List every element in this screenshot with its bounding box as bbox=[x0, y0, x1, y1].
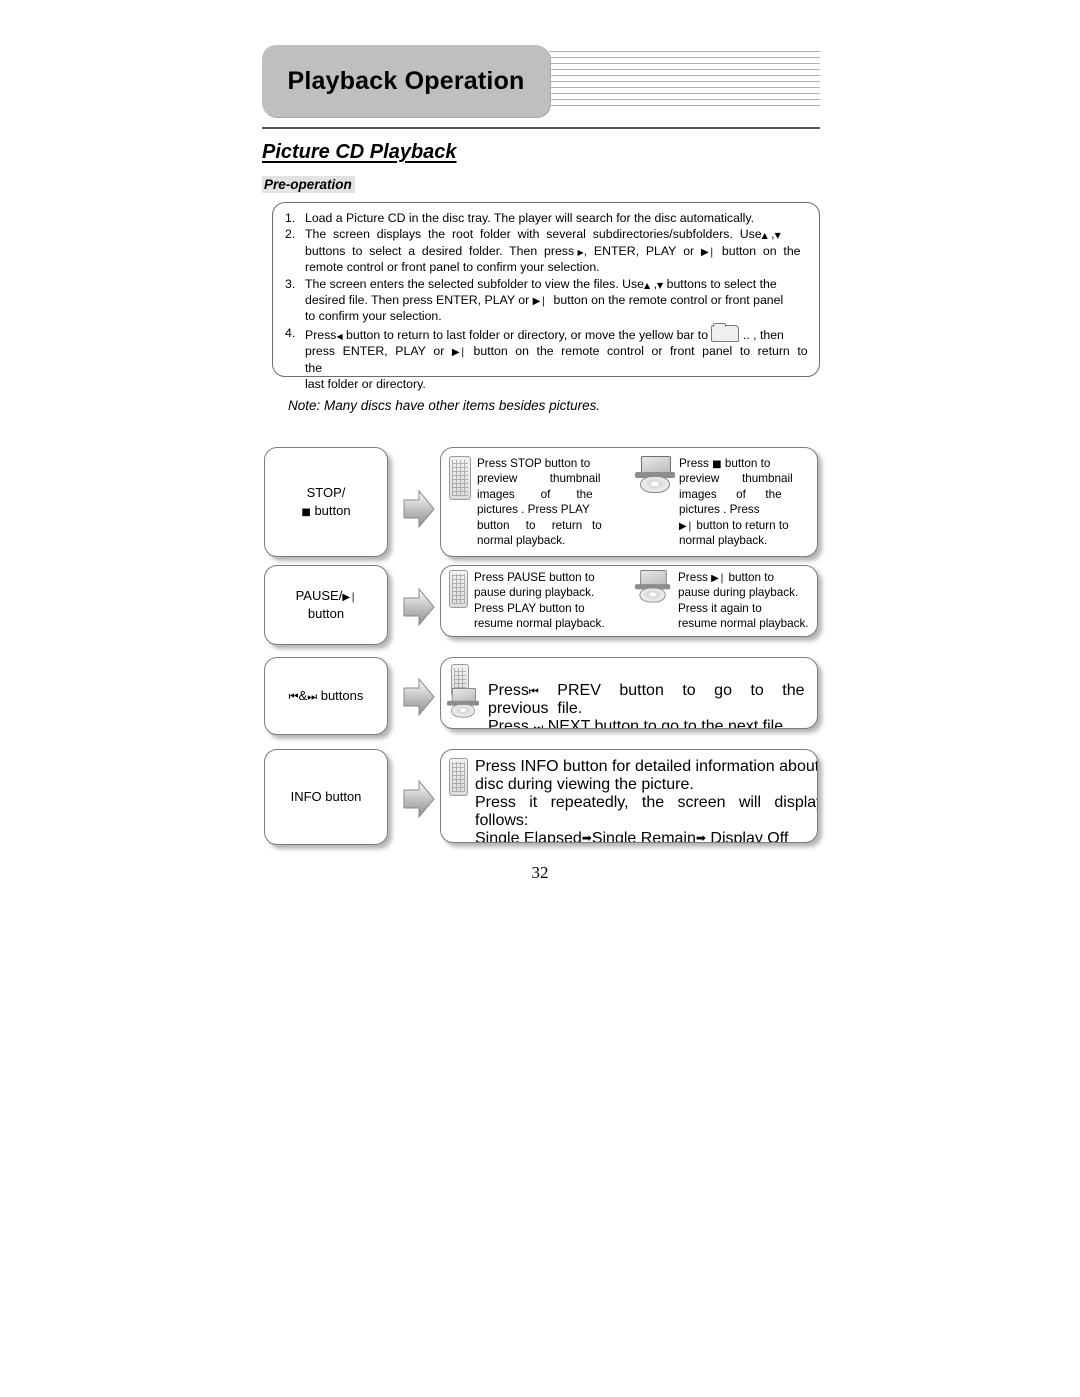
list-item-text: The screen enters the selected subfolder… bbox=[305, 276, 811, 325]
list-item-number: 1. bbox=[285, 211, 296, 225]
list-item: 1. Load a Picture CD in the disc tray. T… bbox=[285, 210, 811, 226]
header-stripe bbox=[549, 93, 820, 94]
description-text: Press INFO button for detailed informati… bbox=[475, 758, 817, 842]
button-label-pause: PAUSE/ button bbox=[296, 587, 357, 623]
description-box-info: Press INFO button for detailed informati… bbox=[440, 749, 818, 843]
list-item-number: 2. bbox=[285, 227, 296, 242]
document-page: Playback Operation Picture CD Playback P… bbox=[0, 0, 1080, 1397]
section-title: Picture CD Playback bbox=[262, 141, 457, 163]
button-label-info: INFO button bbox=[290, 789, 362, 804]
play-pause-icon bbox=[533, 294, 547, 307]
down-arrow-icon bbox=[657, 278, 663, 290]
left-arrow-icon bbox=[336, 329, 342, 341]
play-pause-icon bbox=[342, 590, 356, 603]
flow-arrow-icon bbox=[402, 779, 436, 819]
list-item: 3. The screen enters the selected subfol… bbox=[285, 276, 811, 325]
next-track-icon bbox=[307, 690, 317, 703]
down-arrow-icon bbox=[775, 228, 781, 240]
up-arrow-icon bbox=[762, 228, 768, 240]
right-arrow-icon bbox=[578, 245, 584, 257]
flow-row-info: INFO button Press INFO button for detail… bbox=[262, 749, 820, 855]
header-stripe bbox=[549, 69, 820, 70]
previous-track-icon bbox=[529, 682, 539, 698]
button-label-box-pause: PAUSE/ button bbox=[264, 565, 388, 645]
description-box-stop: Press STOP button to preview thumbnail i… bbox=[440, 447, 818, 557]
header-stripe bbox=[549, 81, 820, 82]
portable-dvd-player-icon bbox=[635, 570, 671, 603]
portable-dvd-player-icon bbox=[447, 688, 479, 718]
header-stripe-decoration bbox=[549, 51, 820, 111]
next-track-icon bbox=[533, 718, 543, 728]
description-text: Press button to preview thumbnail images… bbox=[679, 456, 793, 556]
remote-control-icon bbox=[449, 456, 471, 500]
description-text: Press PREV button to go to the previous … bbox=[488, 664, 809, 728]
list-item: 2. The screen displays the root folder w… bbox=[285, 226, 811, 275]
stop-icon bbox=[712, 458, 721, 470]
header-stripe bbox=[549, 87, 820, 88]
header-divider-rule bbox=[262, 127, 820, 129]
header-stripe bbox=[549, 51, 820, 52]
subsection-title: Pre-operation bbox=[262, 176, 355, 193]
list-item-number: 4. bbox=[285, 325, 296, 340]
pre-operation-list: 1. Load a Picture CD in the disc tray. T… bbox=[285, 210, 811, 392]
header-stripe bbox=[549, 99, 820, 100]
description-text: Press button to pause during playback. P… bbox=[678, 570, 809, 636]
description-text: Press PAUSE button to pause during playb… bbox=[474, 571, 605, 631]
previous-track-icon bbox=[289, 690, 299, 703]
flow-row-prev-next: & buttons Press bbox=[262, 657, 820, 749]
pre-operation-box: 1. Load a Picture CD in the disc tray. T… bbox=[272, 202, 820, 391]
note-text: Note: Many discs have other items beside… bbox=[288, 398, 601, 413]
chapter-title-tab: Playback Operation bbox=[262, 45, 550, 117]
list-item-text: Press button to return to last folder or… bbox=[305, 322, 811, 393]
remote-control-icon bbox=[449, 758, 468, 796]
play-pause-icon bbox=[679, 520, 693, 532]
list-item: 4. Press button to return to last folder… bbox=[285, 322, 811, 393]
button-label-box-stop: STOP/ button bbox=[264, 447, 388, 557]
header-stripe bbox=[549, 75, 820, 76]
flow-arrow-icon bbox=[402, 587, 436, 627]
device-icon-group bbox=[447, 664, 481, 728]
list-item-text: The screen displays the root folder with… bbox=[305, 226, 811, 275]
page-number: 32 bbox=[531, 863, 549, 882]
remote-control-icon bbox=[449, 570, 468, 608]
header-stripe bbox=[549, 105, 820, 106]
play-pause-icon bbox=[452, 345, 466, 358]
list-item-number: 3. bbox=[285, 276, 296, 291]
description-box-prev-next: Press PREV button to go to the previous … bbox=[440, 657, 818, 729]
right-arrow-icon bbox=[582, 831, 592, 842]
header-stripe bbox=[549, 63, 820, 64]
flow-arrow-icon bbox=[402, 677, 436, 717]
play-pause-icon bbox=[701, 245, 715, 258]
flow-arrow-icon bbox=[402, 489, 436, 529]
flow-row-stop: STOP/ button bbox=[262, 447, 820, 565]
flow-row-pause: PAUSE/ button Press PAUSE button to paus… bbox=[262, 565, 820, 657]
stop-icon bbox=[301, 505, 310, 518]
up-arrow-icon bbox=[644, 278, 650, 290]
portable-dvd-player-icon bbox=[635, 456, 675, 493]
description-text: Press STOP button to preview thumbnail i… bbox=[477, 457, 602, 548]
button-label-prev-next: & buttons bbox=[289, 687, 364, 705]
page-title: Playback Operation bbox=[287, 67, 525, 95]
button-label-stop: STOP/ button bbox=[301, 484, 351, 520]
description-box-pause: Press PAUSE button to pause during playb… bbox=[440, 565, 818, 637]
play-pause-icon bbox=[711, 572, 725, 584]
button-label-box-prev-next: & buttons bbox=[264, 657, 388, 735]
button-label-box-info: INFO button bbox=[264, 749, 388, 845]
header-stripe bbox=[549, 57, 820, 58]
page-header: Playback Operation bbox=[262, 45, 820, 118]
folder-icon bbox=[711, 322, 740, 342]
operation-flow-diagram: STOP/ button bbox=[262, 447, 820, 855]
right-arrow-icon bbox=[696, 831, 706, 842]
list-item-text: Load a Picture CD in the disc tray. The … bbox=[305, 211, 755, 225]
